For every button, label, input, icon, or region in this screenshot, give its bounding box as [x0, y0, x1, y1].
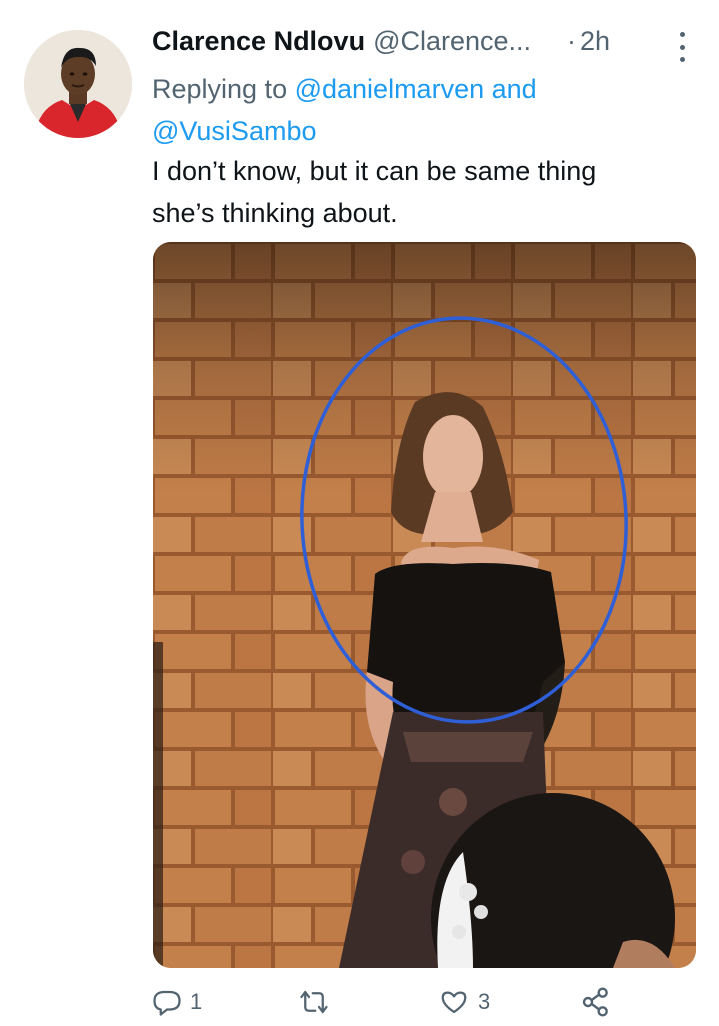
retweet-button[interactable] — [298, 984, 338, 1020]
tweet-header: Clarence Ndlovu @Clarence... · 2h — [152, 26, 689, 66]
like-count: 3 — [478, 989, 491, 1014]
tweet-text-line: I don’t know, but it can be same thing — [152, 156, 597, 186]
user-handle[interactable]: @Clarence... — [373, 26, 531, 57]
retweet-icon — [300, 990, 328, 1014]
replying-to: Replying to @danielmarven and @VusiSambo — [152, 68, 672, 152]
tweet-text: I don’t know, but it can be same thing s… — [152, 150, 692, 234]
reply-button[interactable]: 1 — [152, 984, 202, 1020]
mention-joiner: and — [484, 74, 537, 104]
tweet[interactable]: Clarence Ndlovu @Clarence... · 2h Replyi… — [0, 0, 719, 1026]
photo-content — [153, 242, 696, 968]
reply-count: 1 — [190, 989, 203, 1014]
display-name[interactable]: Clarence Ndlovu — [152, 26, 365, 57]
mention-danielmarven[interactable]: @danielmarven — [295, 74, 485, 104]
tweet-photo[interactable] — [153, 242, 696, 968]
mention-vusisambo[interactable]: @VusiSambo — [152, 116, 316, 146]
like-button[interactable]: 3 — [438, 984, 490, 1020]
heart-icon — [441, 991, 467, 1014]
action-bar: 1 3 — [152, 984, 622, 1020]
share-icon — [582, 987, 608, 1017]
avatar[interactable] — [24, 30, 132, 138]
reply-icon — [153, 990, 181, 1016]
separator-dot: · — [567, 26, 577, 56]
tweet-text-line: she’s thinking about. — [152, 198, 398, 228]
replying-prefix: Replying to — [152, 74, 295, 104]
share-button[interactable] — [580, 984, 612, 1020]
avatar-image — [24, 30, 132, 138]
timestamp[interactable]: 2h — [580, 26, 610, 57]
more-options-icon[interactable] — [675, 32, 689, 62]
